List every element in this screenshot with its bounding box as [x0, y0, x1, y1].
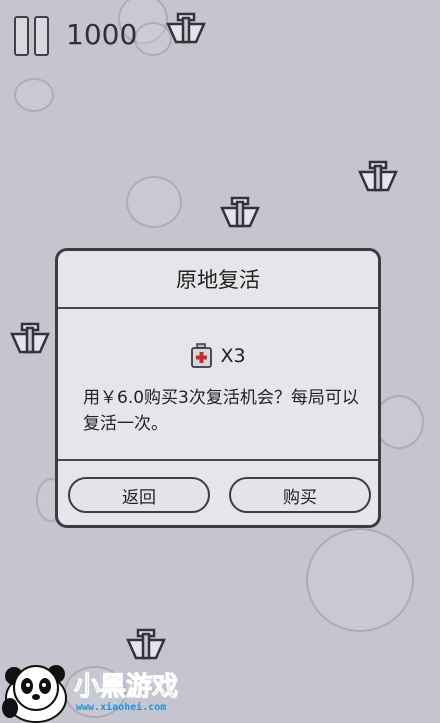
pause-button[interactable]: [14, 16, 52, 56]
item-row: X3: [58, 343, 378, 369]
enemy-plane-icon: [166, 12, 206, 44]
asteroid: [14, 78, 54, 112]
asteroid: [306, 528, 414, 632]
back-button[interactable]: 返回: [68, 477, 210, 513]
pause-icon: [34, 16, 49, 56]
buy-button[interactable]: 购买: [229, 477, 371, 513]
item-count: X3: [220, 345, 246, 367]
enemy-plane-icon: [358, 160, 398, 192]
game-stage: 1000 原地复活 X3 用￥6.0购买3次复活机会？每局可以复活一次。 返回 …: [0, 0, 440, 723]
enemy-plane-icon: [10, 322, 50, 354]
panda-mascot-icon: [2, 665, 67, 723]
watermark-url: www.xiaohei.com: [76, 702, 167, 713]
asteroid: [126, 176, 182, 228]
watermark: 小黑游戏 www.xiaohei.com: [0, 652, 220, 723]
medkit-icon: [191, 343, 213, 368]
dialog-description: 用￥6.0购买3次复活机会？每局可以复活一次。: [83, 388, 359, 434]
score-display: 1000: [66, 18, 138, 51]
enemy-plane-icon: [220, 196, 260, 228]
dialog-footer: 返回 购买: [58, 461, 378, 525]
watermark-brand: 小黑游戏: [73, 672, 179, 703]
asteroid: [374, 395, 424, 449]
pause-icon: [14, 16, 29, 56]
revive-dialog: 原地复活 X3 用￥6.0购买3次复活机会？每局可以复活一次。 返回 购买: [55, 248, 381, 528]
dialog-body: X3 用￥6.0购买3次复活机会？每局可以复活一次。: [58, 309, 378, 461]
dialog-title: 原地复活: [58, 251, 378, 309]
